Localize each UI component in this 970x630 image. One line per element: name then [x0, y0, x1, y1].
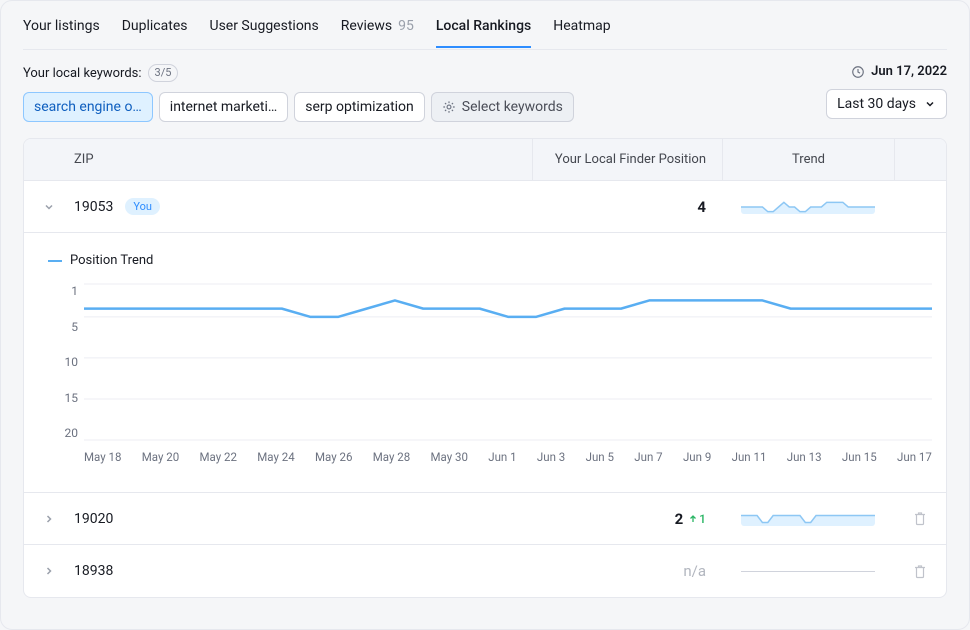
tab-label: User Suggestions	[209, 18, 318, 34]
zip-cell: 18938	[74, 563, 532, 579]
chevron-down-icon	[924, 98, 936, 110]
tab-local-rankings[interactable]: Local Rankings	[436, 4, 531, 47]
date-range-label: Last 30 days	[837, 96, 916, 112]
delta-up: 1	[689, 512, 706, 526]
position-cell: n/a	[532, 562, 722, 580]
position-value: 4	[697, 198, 706, 216]
col-position[interactable]: Your Local Finder Position	[532, 139, 722, 180]
keyword-pill[interactable]: search engine o…	[23, 92, 153, 122]
chevron-right-icon	[43, 565, 55, 577]
chevron-right-icon	[43, 513, 55, 525]
x-tick: Jun 5	[586, 450, 614, 464]
you-badge: You	[125, 198, 160, 215]
table-header: ZIP Your Local Finder Position Trend	[24, 139, 946, 181]
chart-legend: Position Trend	[48, 253, 932, 268]
table-row: 19053 You 4	[24, 181, 946, 233]
x-tick: May 18	[84, 450, 121, 464]
tab-count: 95	[398, 18, 414, 34]
arrow-up-icon	[689, 515, 697, 523]
legend-swatch	[48, 260, 62, 262]
tab-label: Duplicates	[122, 18, 188, 34]
x-tick: Jun 1	[488, 450, 516, 464]
toolbar: Your local keywords: 3/5 search engine o…	[23, 64, 947, 122]
tab-your-listings[interactable]: Your listings	[23, 4, 100, 47]
x-tick: Jun 15	[842, 450, 877, 464]
sparkline-empty	[741, 571, 875, 572]
tab-label: Reviews	[341, 18, 392, 34]
chart-panel: Position Trend 15101520 May 18May 20May …	[24, 233, 946, 493]
legend-label: Position Trend	[70, 253, 153, 268]
zip-value: 19053	[74, 199, 113, 215]
y-axis: 15101520	[48, 284, 84, 440]
zip-value: 19020	[74, 511, 113, 527]
table-row: 19020 2 1	[24, 493, 946, 545]
keywords-count: 3/5	[148, 64, 179, 82]
clock-icon	[851, 65, 865, 79]
x-tick: May 24	[257, 450, 294, 464]
position-cell: 4	[532, 198, 722, 216]
select-keywords-label: Select keywords	[462, 99, 563, 115]
tab-duplicates[interactable]: Duplicates	[122, 4, 188, 47]
x-tick: May 30	[431, 450, 468, 464]
y-tick: 20	[48, 426, 78, 440]
x-tick: May 26	[315, 450, 352, 464]
x-tick: Jun 9	[683, 450, 711, 464]
zip-value: 18938	[74, 563, 113, 579]
keyword-pill[interactable]: internet marketi…	[159, 92, 288, 122]
expand-toggle[interactable]	[24, 201, 74, 213]
tab-label: Your listings	[23, 18, 100, 34]
tab-user-suggestions[interactable]: User Suggestions	[209, 4, 318, 47]
gear-icon	[442, 100, 456, 114]
sparkline	[741, 512, 875, 526]
x-tick: Jun 13	[787, 450, 822, 464]
y-tick: 5	[48, 320, 78, 334]
keywords-label: Your local keywords: 3/5	[23, 64, 574, 82]
keyword-pill[interactable]: serp optimization	[294, 92, 425, 122]
delete-row-button[interactable]	[894, 564, 946, 579]
select-keywords-button[interactable]: Select keywords	[431, 92, 574, 122]
x-tick: May 20	[142, 450, 179, 464]
trend-cell	[722, 512, 894, 526]
trash-icon	[913, 511, 927, 526]
y-tick: 15	[48, 391, 78, 405]
rankings-table: ZIP Your Local Finder Position Trend 190…	[23, 138, 947, 598]
chevron-down-icon	[43, 201, 55, 213]
tab-heatmap[interactable]: Heatmap	[553, 4, 610, 47]
trend-cell	[722, 200, 894, 214]
tabs: Your listings Duplicates User Suggestion…	[23, 1, 947, 50]
trend-cell	[722, 571, 894, 572]
date-stamp-text: Jun 17, 2022	[871, 64, 947, 79]
col-zip[interactable]: ZIP	[74, 152, 532, 167]
tab-reviews[interactable]: Reviews 95	[341, 4, 414, 47]
delete-row-button[interactable]	[894, 511, 946, 526]
table-row: 18938 n/a	[24, 545, 946, 597]
y-tick: 1	[48, 284, 78, 298]
zip-cell: 19020	[74, 511, 532, 527]
sparkline	[741, 200, 875, 214]
delta-value: 1	[699, 512, 706, 526]
date-range-select[interactable]: Last 30 days	[826, 89, 947, 119]
x-axis: May 18 May 20 May 22 May 24 May 26 May 28 May …	[84, 450, 932, 464]
keyword-pills: search engine o… internet marketi… serp …	[23, 92, 574, 122]
zip-cell: 19053 You	[74, 198, 532, 215]
date-stamp: Jun 17, 2022	[851, 64, 947, 79]
x-tick: Jun 11	[732, 450, 767, 464]
col-trend[interactable]: Trend	[722, 139, 894, 180]
position-cell: 2 1	[532, 510, 722, 528]
x-tick: May 22	[200, 450, 237, 464]
chart-plot	[84, 284, 932, 440]
keywords-label-text: Your local keywords:	[23, 66, 142, 81]
position-value: 2	[675, 510, 684, 528]
x-tick: Jun 3	[537, 450, 565, 464]
x-tick: Jun 17	[897, 450, 932, 464]
tab-label: Local Rankings	[436, 18, 531, 34]
expand-toggle[interactable]	[24, 513, 74, 525]
y-tick: 10	[48, 355, 78, 369]
trash-icon	[913, 564, 927, 579]
expand-toggle[interactable]	[24, 565, 74, 577]
tab-label: Heatmap	[553, 18, 610, 34]
x-tick: Jun 7	[634, 450, 662, 464]
x-tick: May 28	[373, 450, 410, 464]
position-value: n/a	[683, 562, 706, 580]
